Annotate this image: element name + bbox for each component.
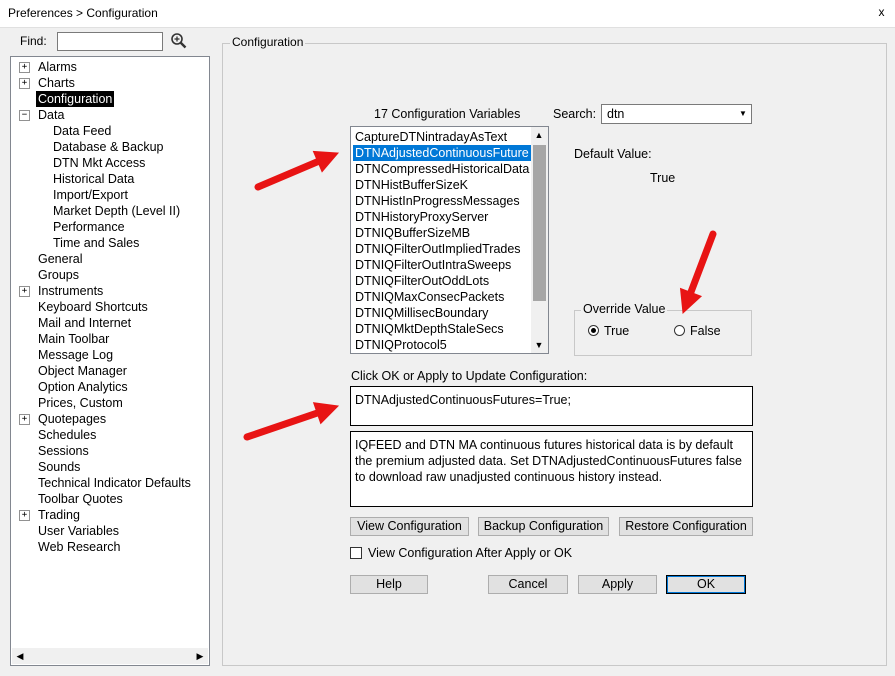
tree-item[interactable]: Web Research — [38, 539, 120, 555]
update-text: DTNAdjustedContinuousFutures=True; — [355, 393, 571, 407]
search-label: Search: — [553, 107, 597, 121]
tree-item[interactable]: Market Depth (Level II) — [53, 203, 180, 219]
tree-item[interactable]: Alarms — [38, 59, 77, 75]
view-configuration-button[interactable]: View Configuration — [350, 517, 469, 536]
tree-item[interactable]: Toolbar Quotes — [38, 491, 123, 507]
tree-item[interactable]: Instruments — [38, 283, 103, 299]
tree-item[interactable]: Configuration — [36, 91, 115, 107]
restore-configuration-button[interactable]: Restore Configuration — [619, 517, 753, 536]
scroll-down-icon[interactable]: ▼ — [531, 337, 547, 353]
cancel-button[interactable]: Cancel — [488, 575, 568, 594]
tree-item[interactable]: Object Manager — [38, 363, 127, 379]
variable-list-item[interactable]: DTNIQMktDepthStaleSecs — [353, 321, 506, 337]
override-true-radio[interactable] — [588, 325, 599, 336]
description-text: IQFEED and DTN MA continuous futures his… — [355, 438, 743, 484]
variables-vertical-scrollbar[interactable]: ▲ ▼ — [531, 127, 548, 353]
variable-list-item[interactable]: DTNIQFilterOutIntraSweeps — [353, 257, 513, 273]
variable-list-item[interactable]: CaptureDTNintradayAsText — [353, 129, 509, 145]
expand-icon[interactable]: + — [19, 78, 30, 89]
tree-item[interactable]: User Variables — [38, 523, 119, 539]
scroll-left-icon[interactable]: ◀ — [12, 648, 28, 664]
scroll-right-icon[interactable]: ▶ — [192, 648, 208, 664]
tree-item[interactable]: Mail and Internet — [38, 315, 131, 331]
tree-item[interactable]: Time and Sales — [53, 235, 139, 251]
tree-item[interactable]: Data — [38, 107, 64, 123]
configuration-group — [222, 43, 887, 666]
configuration-group-label: Configuration — [230, 35, 306, 49]
variable-list-item[interactable]: DTNCompressedHistoricalData — [353, 161, 531, 177]
apply-button[interactable]: Apply — [578, 575, 657, 594]
view-after-apply-checkbox[interactable] — [350, 547, 362, 559]
variable-count-label: 17 Configuration Variables — [374, 107, 521, 121]
tree-item[interactable]: Keyboard Shortcuts — [38, 299, 148, 315]
preferences-tree[interactable]: ◀ ▶ + Alarms + Charts Configuration − Data Data… — [10, 56, 210, 666]
radio-selected-dot — [591, 328, 596, 333]
find-input[interactable] — [57, 32, 163, 51]
collapse-icon[interactable]: − — [19, 110, 30, 121]
view-after-apply-label[interactable]: View Configuration After Apply or OK — [368, 546, 572, 560]
expand-icon[interactable]: + — [19, 62, 30, 73]
tree-item[interactable]: Database & Backup — [53, 139, 164, 155]
variable-list-item[interactable]: DTNIQMillisecBoundary — [353, 305, 490, 321]
close-button[interactable]: x — [868, 0, 895, 26]
default-value: True — [650, 171, 676, 185]
tree-item[interactable]: Data Feed — [53, 123, 111, 139]
title-bar: Preferences > Configuration x — [0, 0, 895, 28]
tree-item[interactable]: DTN Mkt Access — [53, 155, 145, 171]
tree-item[interactable]: Message Log — [38, 347, 113, 363]
scroll-up-icon[interactable]: ▲ — [531, 127, 547, 143]
backup-configuration-button[interactable]: Backup Configuration — [478, 517, 609, 536]
tree-item[interactable]: Option Analytics — [38, 379, 128, 395]
override-false-label[interactable]: False — [690, 324, 721, 338]
override-value-label: Override Value — [581, 302, 668, 316]
tree-horizontal-scrollbar[interactable]: ◀ ▶ — [12, 648, 208, 664]
tree-item[interactable]: Schedules — [38, 427, 96, 443]
tree-item[interactable]: Groups — [38, 267, 79, 283]
tree-item[interactable]: General — [38, 251, 82, 267]
tree-item[interactable]: Sounds — [38, 459, 80, 475]
variable-list-item[interactable]: DTNHistoryProxyServer — [353, 209, 490, 225]
tree-item[interactable]: Main Toolbar — [38, 331, 109, 347]
default-value-label: Default Value: — [574, 147, 652, 161]
tree-item[interactable]: Historical Data — [53, 171, 134, 187]
find-label: Find: — [20, 34, 47, 48]
override-value-group — [574, 310, 752, 356]
search-value: dtn — [607, 107, 625, 121]
override-false-radio[interactable] — [674, 325, 685, 336]
tree-item[interactable]: Charts — [38, 75, 75, 91]
tree-item[interactable]: Performance — [53, 219, 125, 235]
variable-list-item[interactable]: DTNHistBufferSizeK — [353, 177, 470, 193]
search-combobox[interactable]: dtn ▼ — [601, 104, 752, 124]
zoom-search-icon[interactable] — [170, 32, 188, 50]
variable-list-item[interactable]: DTNIQFilterOutImpliedTrades — [353, 241, 523, 257]
variable-list-item[interactable]: DTNIQMaxConsecPackets — [353, 289, 506, 305]
variable-list-item[interactable]: DTNHistInProgressMessages — [353, 193, 522, 209]
tree-item[interactable]: Trading — [38, 507, 80, 523]
tree-item[interactable]: Technical Indicator Defaults — [38, 475, 191, 491]
tree-item[interactable]: Quotepages — [38, 411, 106, 427]
variable-list-item[interactable]: DTNIQBufferSizeMB — [353, 225, 472, 241]
tree-item[interactable]: Import/Export — [53, 187, 128, 203]
description-box: IQFEED and DTN MA continuous futures his… — [350, 431, 753, 507]
scrollbar-thumb[interactable] — [533, 145, 546, 301]
tree-item[interactable]: Sessions — [38, 443, 89, 459]
variables-listbox[interactable]: DTNIQProtocol5 DTNIQMktDepthStaleSecs DTNI… — [350, 126, 549, 354]
expand-icon[interactable]: + — [19, 510, 30, 521]
ok-button[interactable]: OK — [666, 575, 746, 594]
expand-icon[interactable]: + — [19, 414, 30, 425]
expand-icon[interactable]: + — [19, 286, 30, 297]
override-true-label[interactable]: True — [604, 324, 629, 338]
variable-list-item[interactable]: DTNIQFilterOutOddLots — [353, 273, 491, 289]
window-title: Preferences > Configuration — [8, 6, 158, 20]
help-button[interactable]: Help — [350, 575, 428, 594]
chevron-down-icon[interactable]: ▼ — [735, 105, 751, 123]
update-instructions-label: Click OK or Apply to Update Configuratio… — [351, 369, 588, 383]
update-text-field[interactable]: DTNAdjustedContinuousFutures=True; — [350, 386, 753, 426]
variable-list-item[interactable]: DTNIQProtocol5 — [353, 337, 449, 353]
tree-item[interactable]: Prices, Custom — [38, 395, 123, 411]
variable-list-item[interactable]: DTNAdjustedContinuousFuture — [352, 144, 532, 162]
